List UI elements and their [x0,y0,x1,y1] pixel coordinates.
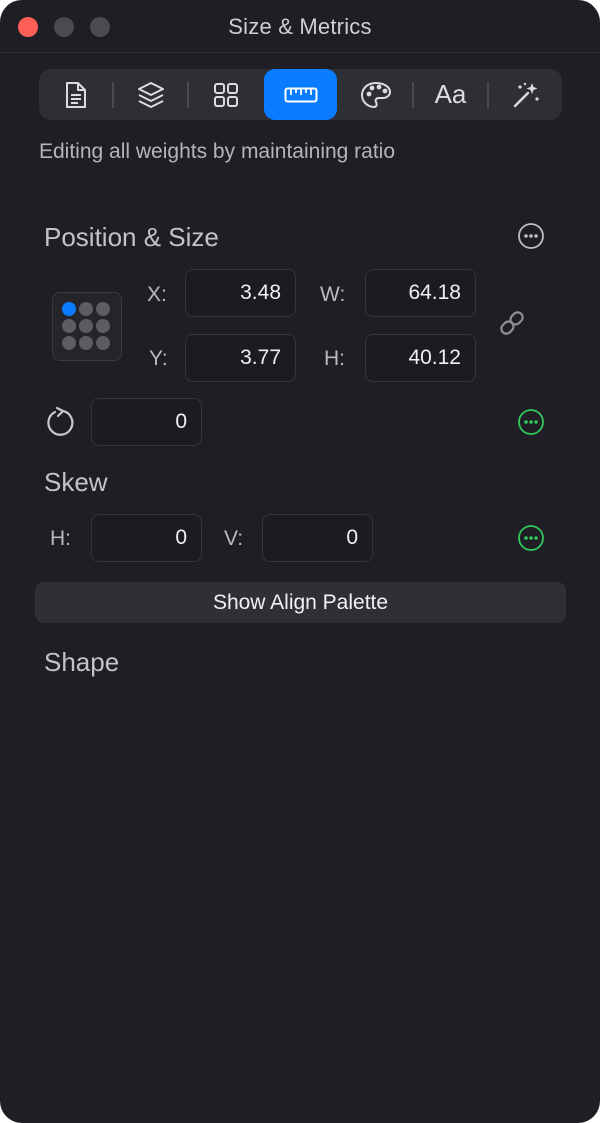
tab-effects[interactable] [489,69,562,120]
typography-label: Aa [434,79,467,109]
anchor-center[interactable] [79,319,93,333]
editing-mode-hint: Editing all weights by maintaining ratio [39,140,396,163]
tab-document[interactable] [39,69,112,120]
position-size-heading: Position & Size [44,222,219,252]
shape-heading: Shape [44,647,120,677]
reference-point-selector[interactable] [52,292,122,361]
rotation-field[interactable]: 0 [91,398,202,446]
inspector-window: Size & Metrics Aa Editing all weights by… [0,0,600,1123]
anchor-bottom-center[interactable] [79,336,93,350]
skew-more-icon[interactable] [518,525,544,551]
magic-wand-icon [513,82,539,107]
tab-colors[interactable] [339,69,412,120]
anchor-bottom-right[interactable] [96,336,110,350]
skew-h-field[interactable]: 0 [91,514,202,562]
layers-icon [137,81,164,108]
title-bar: Size & Metrics [0,0,600,53]
position-size-more-icon[interactable] [518,223,544,249]
tab-layers[interactable] [114,69,187,120]
width-field[interactable]: 64.18 [365,269,476,317]
rotate-icon [47,406,74,436]
anchor-middle-left[interactable] [62,319,76,333]
anchor-top-right[interactable] [96,302,110,316]
tab-typography[interactable]: Aa [414,69,487,120]
skew-heading: Skew [44,467,108,497]
h-label: H: [324,347,345,370]
document-icon [65,81,86,108]
skew-v-label: V: [224,527,244,550]
skew-h-label: H: [50,527,71,550]
x-label: X: [147,283,167,306]
anchor-top-center[interactable] [79,302,93,316]
tab-size-metrics[interactable] [264,69,337,120]
tab-components[interactable] [189,69,262,120]
ruler-icon [284,87,317,102]
inspector-toolbar: Aa [39,69,562,120]
palette-icon [360,81,391,108]
skew-v-field[interactable]: 0 [262,514,373,562]
anchor-middle-right[interactable] [96,319,110,333]
rotation-more-icon[interactable] [518,409,544,435]
anchor-bottom-left[interactable] [62,336,76,350]
show-align-palette-button[interactable]: Show Align Palette [35,582,566,623]
x-field[interactable]: 3.48 [185,269,296,317]
anchor-top-left[interactable] [62,302,76,316]
y-field[interactable]: 3.77 [185,334,296,382]
grid-icon [213,82,238,107]
window-title: Size & Metrics [228,14,372,39]
link-proportions-icon[interactable] [496,307,528,339]
w-label: W: [320,283,346,306]
y-label: Y: [149,347,168,370]
height-field[interactable]: 40.12 [365,334,476,382]
